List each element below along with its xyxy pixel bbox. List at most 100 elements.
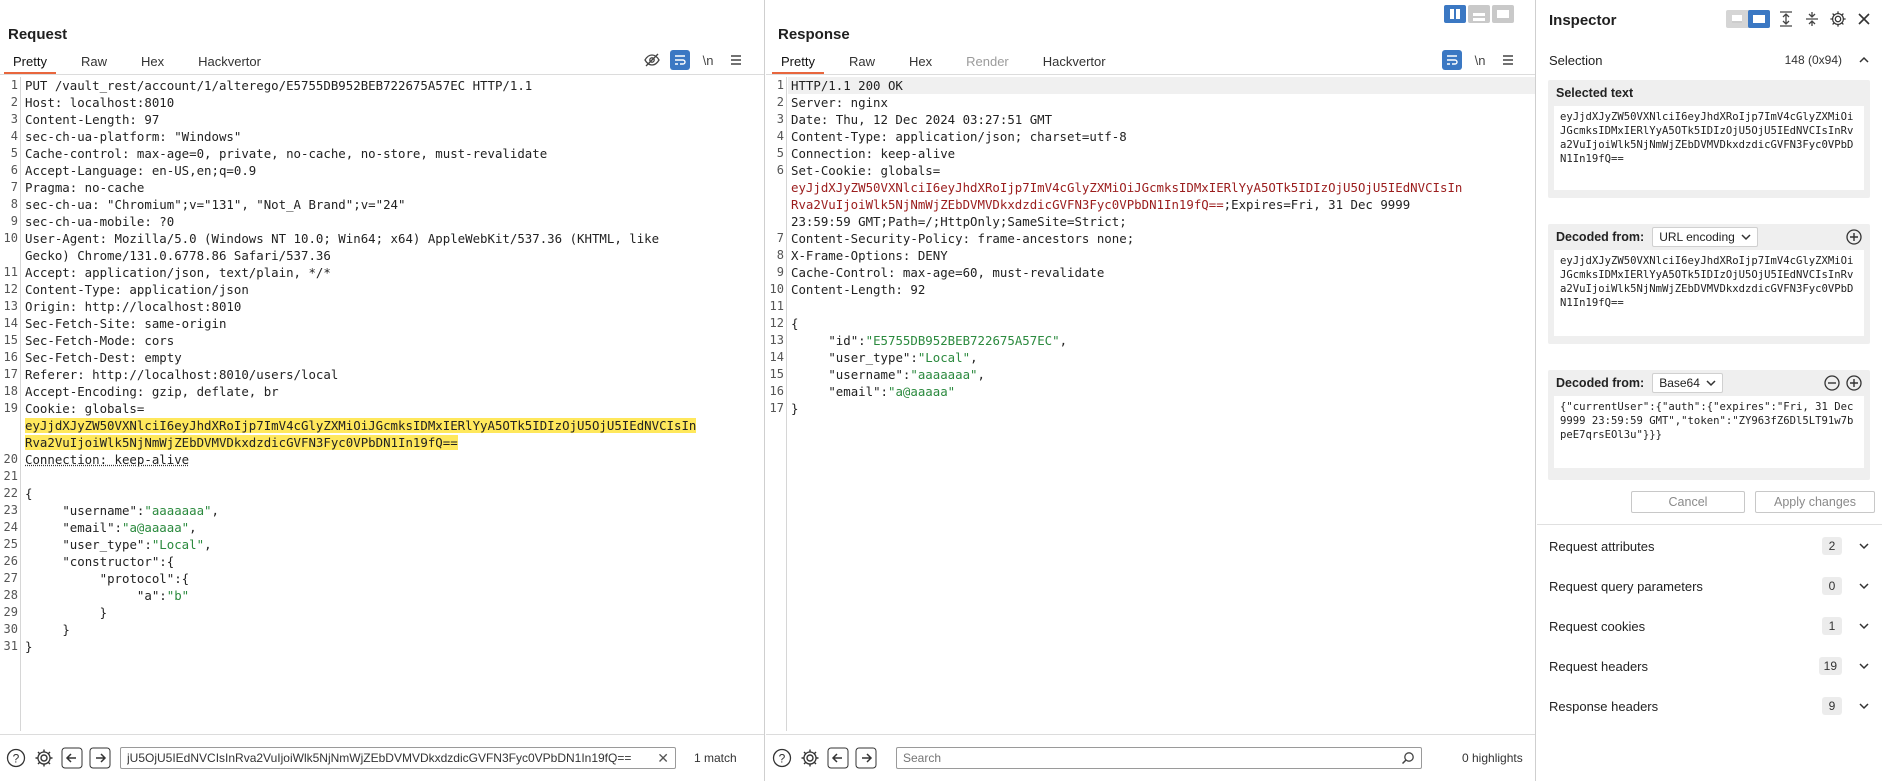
decoding-type-dropdown[interactable]: URL encoding bbox=[1652, 227, 1758, 247]
selection-section[interactable]: Selection 148 (0x94) bbox=[1537, 42, 1882, 78]
response-tab-pretty[interactable]: Pretty bbox=[772, 52, 824, 74]
inspector-layout-list-icon[interactable] bbox=[1726, 10, 1748, 28]
code-line: 3 Date: Thu, 12 Dec 2024 03:27:51 GMT bbox=[766, 111, 1535, 128]
section-count-badge: 9 bbox=[1822, 697, 1842, 715]
next-arrow-icon[interactable] bbox=[88, 746, 112, 770]
cookie-value: Rva2VuIjoiWlk5NjNmWjZEbDVMVDkxdzdicGVFN3… bbox=[791, 197, 1224, 212]
close-icon[interactable] bbox=[1854, 9, 1874, 29]
layout-tabs-icon[interactable] bbox=[1492, 5, 1514, 23]
request-tabs: Pretty Raw Hex Hackvertor bbox=[4, 52, 286, 74]
section-response-headers[interactable]: Response headers 9 bbox=[1537, 686, 1882, 726]
apply-changes-button[interactable]: Apply changes bbox=[1755, 491, 1875, 513]
line-text: Accept-Encoding: gzip, deflate, br bbox=[25, 383, 764, 400]
code-line: 25 "user_type":"Local", bbox=[0, 536, 764, 553]
chevron-up-icon[interactable] bbox=[1858, 54, 1870, 66]
layout-stacked-icon[interactable] bbox=[1468, 5, 1490, 23]
response-search-input[interactable] bbox=[896, 747, 1422, 769]
inspector-layout-side-icon[interactable] bbox=[1748, 10, 1770, 28]
line-text: User-Agent: Mozilla/5.0 (Windows NT 10.0… bbox=[25, 230, 764, 247]
line-number: 14 bbox=[769, 350, 784, 364]
previous-arrow-icon[interactable] bbox=[826, 746, 850, 770]
section-request-query-parameters[interactable]: Request query parameters 0 bbox=[1537, 566, 1882, 606]
collapse-all-icon[interactable] bbox=[1802, 9, 1822, 29]
code-line: 24 "email":"a@aaaaa", bbox=[0, 519, 764, 536]
response-tab-hackvertor[interactable]: Hackvertor bbox=[1034, 52, 1115, 74]
decoded-url-value[interactable]: eyJjdXJyZW50VXNlciI6eyJhdXRoIjp7ImV4cGly… bbox=[1554, 250, 1864, 336]
inspector-sections: Request attributes 2 Request query param… bbox=[1537, 526, 1882, 726]
line-number: 13 bbox=[769, 333, 784, 347]
inspector-settings-gear-icon[interactable] bbox=[1828, 9, 1848, 29]
response-editor[interactable]: 1 HTTP/1.1 200 OK 2 Server: nginx 3 Date: Thu… bbox=[766, 77, 1535, 731]
add-circle-icon[interactable] bbox=[1846, 229, 1862, 245]
json-value: "a@aaaaa" bbox=[122, 520, 190, 535]
line-text: } bbox=[791, 400, 1535, 417]
previous-arrow-icon[interactable] bbox=[60, 746, 84, 770]
chevron-down-icon bbox=[1859, 663, 1869, 670]
decoded-base64-value[interactable]: {"currentUser":{"auth":{"expires":"Fri, … bbox=[1554, 396, 1864, 468]
line-number bbox=[766, 179, 784, 196]
line-text: Content-Security-Policy: frame-ancestors… bbox=[791, 230, 1535, 247]
cancel-button[interactable]: Cancel bbox=[1631, 491, 1745, 513]
code-line: 19 Cookie: globals= bbox=[0, 400, 764, 417]
response-search-field[interactable] bbox=[903, 751, 1401, 765]
code-token: "username": bbox=[828, 367, 911, 382]
request-tab-raw[interactable]: Raw bbox=[72, 52, 116, 74]
code-token: "a": bbox=[136, 588, 167, 603]
menu-icon[interactable] bbox=[726, 50, 746, 70]
line-text: Cache-Control: max-age=60, must-revalida… bbox=[791, 264, 1535, 281]
request-editor[interactable]: 1 PUT /vault_rest/account/1/alterego/E575… bbox=[0, 77, 764, 731]
line-number: 1 bbox=[776, 78, 784, 92]
newline-toggle[interactable]: \n bbox=[698, 50, 718, 70]
code-line: 2 Host: localhost:8010 bbox=[0, 94, 764, 111]
response-tab-hex[interactable]: Hex bbox=[900, 52, 941, 74]
code-line: 8 sec-ch-ua: "Chromium";v="131", "Not_A B… bbox=[0, 196, 764, 213]
line-text: Sec-Fetch-Mode: cors bbox=[25, 332, 764, 349]
code-token: sec-ch-ua: "Chromium";v="131", "Not_A Br… bbox=[25, 197, 406, 212]
layout-side-by-side-icon[interactable] bbox=[1444, 5, 1466, 23]
selected-text-label: Selected text bbox=[1556, 86, 1634, 100]
code-line: 26 "constructor":{ bbox=[0, 553, 764, 570]
help-icon[interactable]: ? bbox=[4, 746, 28, 770]
response-tab-raw[interactable]: Raw bbox=[840, 52, 884, 74]
line-number bbox=[766, 213, 784, 230]
request-tab-hex[interactable]: Hex bbox=[132, 52, 173, 74]
wrap-lines-icon[interactable] bbox=[1442, 50, 1462, 70]
code-token: ;Expires=Fri, 31 Dec 9999 bbox=[1223, 197, 1411, 212]
settings-gear-icon[interactable] bbox=[32, 746, 56, 770]
code-line: 13 "id":"E5755DB952BEB722675A57EC", bbox=[766, 332, 1535, 349]
wrap-lines-icon[interactable] bbox=[670, 50, 690, 70]
code-token: Accept-Encoding: gzip, deflate, br bbox=[25, 384, 279, 399]
menu-icon[interactable] bbox=[1498, 50, 1518, 70]
next-arrow-icon[interactable] bbox=[854, 746, 878, 770]
code-token: Content-Security-Policy: frame-ancestors… bbox=[791, 231, 1135, 246]
section-count-badge: 0 bbox=[1822, 577, 1842, 595]
clear-search-icon[interactable]: ✕ bbox=[657, 750, 669, 767]
settings-gear-icon[interactable] bbox=[798, 746, 822, 770]
code-line: 9 Cache-Control: max-age=60, must-revalid… bbox=[766, 264, 1535, 281]
code-line: 14 "user_type":"Local", bbox=[766, 349, 1535, 366]
selected-text-value[interactable]: eyJjdXJyZW50VXNlciI6eyJhdXRoIjp7ImV4cGly… bbox=[1554, 106, 1864, 190]
line-text: sec-ch-ua-platform: "Windows" bbox=[25, 128, 764, 145]
remove-circle-icon[interactable] bbox=[1824, 375, 1840, 391]
request-tab-pretty[interactable]: Pretty bbox=[4, 52, 56, 74]
line-text: Accept-Language: en-US,en;q=0.9 bbox=[25, 162, 764, 179]
request-search-bar: ? jU5OjU5IEdNVCIsInRva2VuIjoiWlk5NjNmWjZ… bbox=[0, 734, 764, 781]
section-request-attributes[interactable]: Request attributes 2 bbox=[1537, 526, 1882, 566]
section-request-cookies[interactable]: Request cookies 1 bbox=[1537, 606, 1882, 646]
hide-eye-icon[interactable] bbox=[642, 50, 662, 70]
code-line: 9 sec-ch-ua-mobile: ?0 bbox=[0, 213, 764, 230]
code-token: , bbox=[1059, 333, 1068, 348]
line-text: Gecko) Chrome/131.0.6778.86 Safari/537.3… bbox=[25, 247, 764, 264]
code-line: 15 Sec-Fetch-Mode: cors bbox=[0, 332, 764, 349]
request-tab-hackvertor[interactable]: Hackvertor bbox=[189, 52, 270, 74]
line-number: 9 bbox=[776, 265, 784, 279]
decoding-type-dropdown[interactable]: Base64 bbox=[1652, 373, 1723, 393]
code-token: Cookie: globals= bbox=[25, 401, 145, 416]
newline-toggle[interactable]: \n bbox=[1470, 50, 1490, 70]
add-circle-icon[interactable] bbox=[1846, 375, 1862, 391]
help-icon[interactable]: ? bbox=[770, 746, 794, 770]
request-search-input[interactable]: jU5OjU5IEdNVCIsInRva2VuIjoiWlk5NjNmWjZEb… bbox=[120, 747, 676, 769]
expand-all-icon[interactable] bbox=[1776, 9, 1796, 29]
section-request-headers[interactable]: Request headers 19 bbox=[1537, 646, 1882, 686]
